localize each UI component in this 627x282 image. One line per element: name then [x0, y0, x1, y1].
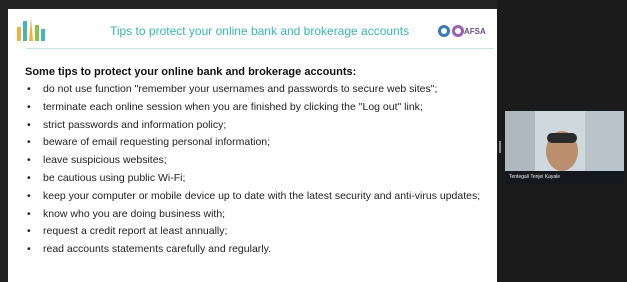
bullet-icon: • — [27, 207, 31, 220]
list-item: • keep your computer or mobile device up … — [25, 189, 495, 205]
header-divider — [26, 48, 494, 49]
tip-text: leave suspicious websites; — [43, 154, 167, 167]
slide-header: Tips to protect your online bank and bro… — [8, 9, 497, 49]
list-item: • strict passwords and information policy… — [25, 118, 495, 134]
tip-text: do not use function "remember your usern… — [43, 83, 438, 95]
bullet-icon: • — [27, 118, 31, 131]
bullet-icon: • — [27, 225, 31, 238]
slide-content: Some tips to protect your online bank an… — [25, 66, 495, 260]
tip-text: know who you are doing business with; — [43, 207, 226, 220]
bullet-icon: • — [27, 154, 31, 167]
city-skyline-logo-icon — [17, 17, 45, 41]
list-item: • beware of email requesting personal inf… — [25, 135, 495, 151]
bullet-icon: • — [27, 243, 31, 256]
bullet-icon: • — [27, 83, 31, 95]
list-item: • do not use function "remember your user… — [25, 82, 495, 98]
tip-text: read accounts statements carefully and r… — [43, 243, 272, 256]
bullet-icon: • — [27, 100, 31, 113]
tip-text: terminate each online session when you a… — [43, 100, 423, 113]
list-item: • terminate each online session when you … — [25, 100, 495, 116]
list-item: • be cautious using public Wi-Fi; — [25, 171, 495, 187]
tips-heading: Some tips to protect your online bank an… — [25, 66, 357, 78]
participant-name: Tentegali Tenjei Kayale — [509, 174, 561, 180]
list-item: • read accounts statements carefully and … — [25, 242, 495, 258]
tip-text: keep your computer or mobile device up t… — [43, 189, 481, 202]
bullet-icon: • — [27, 189, 31, 202]
presentation-slide: Tips to protect your online bank and bro… — [8, 9, 497, 282]
bullet-icon: • — [27, 136, 31, 149]
tip-text: strict passwords and information policy; — [43, 118, 227, 131]
list-item: • request a credit report at least annual… — [25, 224, 495, 240]
tip-text: beware of email requesting personal info… — [43, 136, 271, 149]
participant-video-tile[interactable]: Tentegali Tenjei Kayale — [505, 111, 624, 184]
tip-text: be cautious using public Wi-Fi; — [43, 171, 186, 184]
bullet-icon: • — [27, 171, 31, 184]
list-item: • know who you are doing business with; — [25, 207, 495, 223]
tip-text: request a credit report at least annuall… — [43, 225, 228, 238]
list-item: • leave suspicious websites; — [25, 153, 495, 169]
tips-list: • do not use function "remember your user… — [25, 82, 495, 258]
resize-handle[interactable] — [499, 141, 501, 153]
slide-title: Tips to protect your online bank and bro… — [110, 24, 410, 38]
afsa-label: AFSA — [464, 27, 486, 36]
